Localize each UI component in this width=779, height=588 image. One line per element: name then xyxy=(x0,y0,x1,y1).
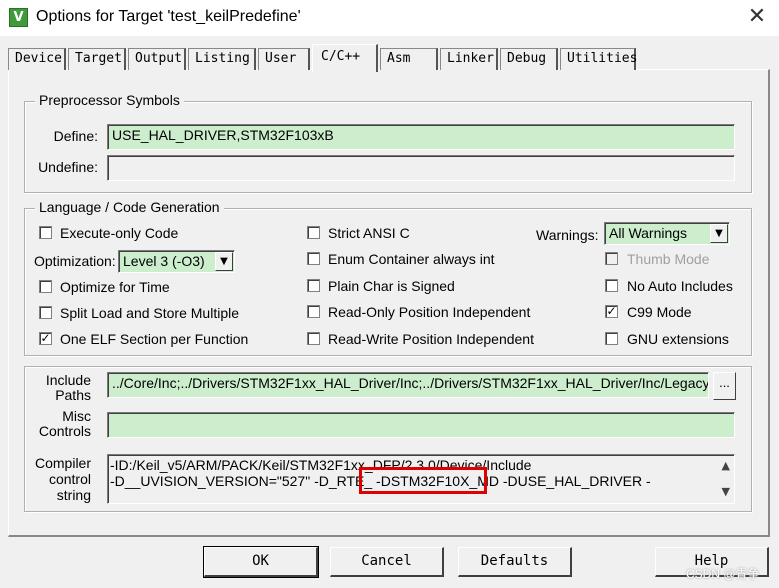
tab-strip: Device Target Output Listing User C/C++ … xyxy=(8,44,768,72)
scroll-up-icon[interactable]: ▲ xyxy=(722,459,730,472)
preprocessor-title: Preprocessor Symbols xyxy=(35,92,184,108)
rw-pi-checkbox[interactable] xyxy=(307,332,320,345)
misc-label-line-2: Controls xyxy=(38,423,91,439)
codegen-title: Language / Code Generation xyxy=(35,199,224,215)
optimization-value: Level 3 (-O3) xyxy=(123,253,205,269)
ro-pi-label: Read-Only Position Independent xyxy=(328,304,531,320)
browse-button[interactable]: ... xyxy=(713,372,736,400)
chevron-down-icon[interactable]: ▼ xyxy=(710,224,728,243)
chevron-down-icon[interactable]: ▼ xyxy=(215,252,233,271)
execute-only-checkbox[interactable] xyxy=(39,226,52,239)
no-auto-includes-checkbox[interactable] xyxy=(605,279,618,292)
compiler-control-label: Compiler control string xyxy=(30,455,91,503)
thumb-mode-label: Thumb Mode xyxy=(627,251,710,267)
enum-int-checkbox[interactable] xyxy=(307,252,320,265)
compiler-label-line-2: control xyxy=(48,471,91,487)
misc-label-line-1: Misc xyxy=(62,408,91,424)
define-field[interactable]: USE_HAL_DRIVER,STM32F103xB xyxy=(107,124,735,150)
define-label: Define: xyxy=(53,128,98,144)
plain-char-label: Plain Char is Signed xyxy=(328,278,455,294)
include-paths-field[interactable]: ../Core/Inc;../Drivers/STM32F1xx_HAL_Dri… xyxy=(107,372,709,398)
tab-debug[interactable]: Debug xyxy=(500,48,558,70)
split-load-checkbox[interactable] xyxy=(39,306,52,319)
undefine-label: Undefine: xyxy=(38,159,98,175)
close-button[interactable]: ✕ xyxy=(742,4,772,32)
optimize-time-label: Optimize for Time xyxy=(60,279,170,295)
scroll-down-icon[interactable]: ▼ xyxy=(722,485,730,498)
tab-target[interactable]: Target xyxy=(68,48,126,70)
plain-char-checkbox[interactable] xyxy=(307,279,320,292)
execute-only-label: Execute-only Code xyxy=(60,225,179,241)
ok-button[interactable]: OK xyxy=(203,546,319,578)
title-bar: V Options for Target 'test_keilPredefine… xyxy=(0,0,779,36)
no-auto-includes-label: No Auto Includes xyxy=(627,278,733,294)
strict-ansi-checkbox[interactable] xyxy=(307,226,320,239)
thumb-mode-checkbox[interactable] xyxy=(605,252,618,265)
watermark: CSDN @青争 xyxy=(686,567,760,581)
include-label-line-2: Paths xyxy=(55,387,91,403)
optimization-select[interactable]: Level 3 (-O3) ▼ xyxy=(118,250,235,273)
one-elf-label: One ELF Section per Function xyxy=(60,331,249,347)
misc-controls-label: Misc Controls xyxy=(30,409,91,439)
defaults-button[interactable]: Defaults xyxy=(458,547,572,577)
c99-mode-checkbox[interactable]: ✓ xyxy=(605,305,618,318)
strict-ansi-label: Strict ANSI C xyxy=(328,225,410,241)
one-elf-checkbox[interactable]: ✓ xyxy=(39,332,52,345)
highlight-annotation xyxy=(359,467,487,494)
cancel-button[interactable]: Cancel xyxy=(330,547,444,577)
optimization-label: Optimization: xyxy=(34,253,116,269)
enum-int-label: Enum Container always int xyxy=(328,251,495,267)
tab-asm[interactable]: Asm xyxy=(380,48,438,70)
tab-user[interactable]: User xyxy=(258,48,310,70)
misc-controls-field[interactable] xyxy=(107,412,735,438)
keil-app-icon: V xyxy=(9,8,28,27)
rw-pi-label: Read-Write Position Independent xyxy=(328,331,534,347)
c99-mode-label: C99 Mode xyxy=(627,304,692,320)
compiler-label-line-1: Compiler xyxy=(34,455,91,471)
gnu-ext-label: GNU extensions xyxy=(627,331,729,347)
undefine-field[interactable] xyxy=(107,155,735,181)
tab-utilities[interactable]: Utilities xyxy=(560,48,637,70)
window-title: Options for Target 'test_keilPredefine' xyxy=(36,8,301,25)
tab-device[interactable]: Device xyxy=(8,48,66,70)
include-paths-label: Include Paths xyxy=(30,373,91,403)
optimize-time-checkbox[interactable] xyxy=(39,280,52,293)
warnings-label: Warnings: xyxy=(536,227,599,243)
tab-c-cpp[interactable]: C/C++ xyxy=(312,44,378,72)
split-load-label: Split Load and Store Multiple xyxy=(60,305,239,321)
warnings-select[interactable]: All Warnings ▼ xyxy=(604,222,730,245)
tab-linker[interactable]: Linker xyxy=(440,48,498,70)
compiler-label-line-3: string xyxy=(56,487,91,503)
tab-output[interactable]: Output xyxy=(128,48,186,70)
warnings-value: All Warnings xyxy=(609,225,688,241)
tab-listing[interactable]: Listing xyxy=(188,48,256,70)
gnu-ext-checkbox[interactable] xyxy=(605,332,618,345)
include-label-line-1: Include xyxy=(45,372,91,388)
ro-pi-checkbox[interactable] xyxy=(307,305,320,318)
